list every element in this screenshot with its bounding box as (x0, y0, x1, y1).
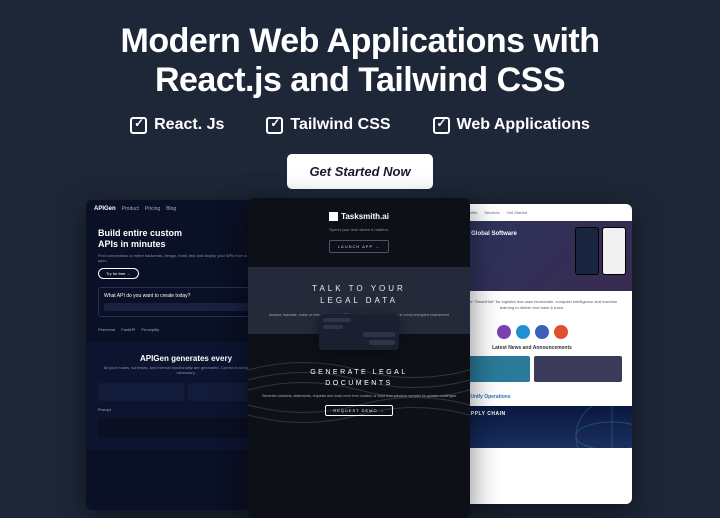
feature-webapps: Web Applications (433, 116, 590, 134)
check-icon (266, 117, 283, 134)
card-header: Tasksmith.ai Spend your time where it ma… (248, 198, 470, 267)
feature-tailwind: Tailwind CSS (266, 116, 390, 134)
feature-label: Web Applications (457, 116, 590, 134)
tagline: Spend your time where it matters. (258, 227, 460, 232)
launch-app-button: LAUNCH APP → (329, 240, 389, 253)
chat-preview (319, 314, 399, 350)
nav-item: Pricing (145, 206, 160, 212)
prompt-input (104, 303, 268, 311)
nav-item: Product (122, 206, 139, 212)
option-card (98, 383, 184, 401)
feature-label: Tailwind CSS (290, 116, 390, 134)
logo-icon (329, 212, 338, 221)
preview-showcase: APIGen Product Pricing Blog Build entire… (0, 198, 720, 518)
brand-logo: Tasksmith.ai (329, 212, 389, 221)
feature-list: React. Js Tailwind CSS Web Applications (40, 116, 680, 134)
section-heading: GENERATE LEGAL DOCUMENTS (260, 368, 458, 389)
social-icon (554, 325, 568, 339)
request-demo-button: REQUEST DEMO → (325, 405, 393, 416)
phone-icon (602, 227, 626, 275)
nav-item: Blog (166, 206, 176, 212)
generate-section: GENERATE LEGAL DOCUMENTS Generate contra… (248, 350, 470, 436)
logo-item: Phemeral (98, 327, 115, 332)
phone-mockups (575, 227, 626, 275)
chat-bubble (323, 318, 351, 322)
prompt-label: What API do you want to create today? (104, 293, 268, 299)
chat-bubble (369, 340, 395, 345)
hero: Modern Web Applications with React.js an… (0, 0, 720, 189)
feature-react: React. Js (130, 116, 224, 134)
page-title: Modern Web Applications with React.js an… (40, 22, 680, 100)
nav-item: Services (484, 210, 499, 215)
wave-lines-icon (248, 350, 470, 436)
logo-item: FastAPI (121, 327, 135, 332)
social-icon (497, 325, 511, 339)
chat-bubble (323, 325, 343, 329)
news-card (534, 356, 622, 382)
check-icon (130, 117, 147, 134)
social-icon (535, 325, 549, 339)
title-line-1: Modern Web Applications with (121, 22, 600, 60)
feature-label: React. Js (154, 116, 224, 134)
phone-icon (575, 227, 599, 275)
preview-card-tasksmith: Tasksmith.ai Spend your time where it ma… (248, 198, 470, 518)
brand-logo: APIGen (94, 206, 116, 212)
section-sub: Generate contracts, statements, requests… (260, 394, 458, 399)
nav-item: Get Started (507, 210, 527, 215)
title-line-2: React.js and Tailwind CSS (155, 61, 565, 99)
chat-bubble (363, 332, 395, 337)
section-heading: TALK TO YOUR LEGAL DATA (262, 283, 456, 307)
check-icon (433, 117, 450, 134)
try-free-button: Try for free → (98, 268, 139, 279)
social-icon (516, 325, 530, 339)
get-started-button[interactable]: Get Started Now (287, 154, 432, 189)
logo-item: Perceptify (141, 327, 159, 332)
